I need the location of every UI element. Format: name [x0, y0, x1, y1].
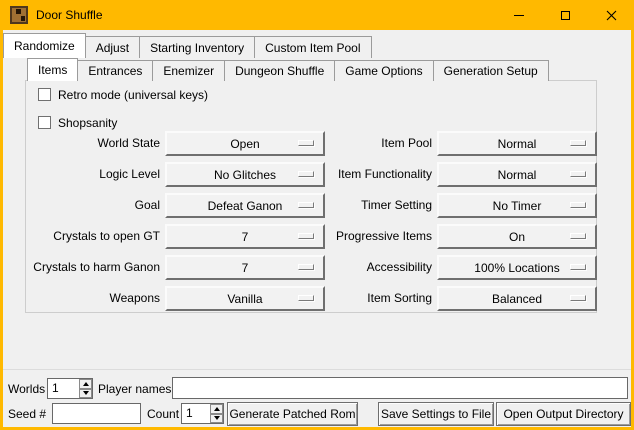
- retro-mode-checkbox-row[interactable]: Retro mode (universal keys): [38, 87, 208, 102]
- dropdown-indicator-icon: [570, 295, 586, 301]
- progressive-items-dropdown[interactable]: On: [437, 224, 597, 249]
- goal-label: Goal: [30, 193, 160, 218]
- arrow-down-icon: [214, 416, 220, 420]
- weapons-label: Weapons: [30, 286, 160, 311]
- arrow-up-icon: [214, 407, 220, 411]
- item-sorting-dropdown[interactable]: Balanced: [437, 286, 597, 311]
- item-pool-dropdown[interactable]: Normal: [437, 131, 597, 156]
- dropdown-indicator-icon: [570, 264, 586, 270]
- progressive-items-label: Progressive Items: [300, 224, 432, 249]
- dropdown-indicator-icon: [570, 140, 586, 146]
- dropdown-indicator-icon: [570, 202, 586, 208]
- tab-enemizer[interactable]: Enemizer: [152, 60, 225, 81]
- timer-setting-label: Timer Setting: [300, 193, 432, 218]
- dropdown-indicator-icon: [570, 171, 586, 177]
- tab-generation-setup[interactable]: Generation Setup: [433, 60, 549, 81]
- arrow-up-icon: [83, 382, 89, 386]
- worlds-label: Worlds: [8, 378, 45, 400]
- checkbox-label: Retro mode (universal keys): [58, 88, 208, 102]
- tab-randomize[interactable]: Randomize: [3, 33, 86, 58]
- seed-label: Seed #: [8, 403, 46, 425]
- door-app-icon: [10, 6, 28, 24]
- accessibility-label: Accessibility: [300, 255, 432, 280]
- save-settings-button[interactable]: Save Settings to File: [378, 402, 494, 426]
- item-functionality-label: Item Functionality: [300, 162, 432, 187]
- tab-game-options[interactable]: Game Options: [334, 60, 433, 81]
- player-names-input[interactable]: [172, 377, 628, 399]
- accessibility-dropdown[interactable]: 100% Locations: [437, 255, 597, 280]
- shopsanity-checkbox-row[interactable]: Shopsanity: [38, 115, 117, 130]
- spin-down-button[interactable]: [210, 414, 223, 424]
- dropdown-indicator-icon: [570, 233, 586, 239]
- minimize-button[interactable]: [496, 0, 542, 30]
- checkbox[interactable]: [38, 116, 51, 129]
- tab-adjust[interactable]: Adjust: [85, 36, 140, 58]
- close-button[interactable]: [588, 0, 634, 30]
- tab-custom-item-pool[interactable]: Custom Item Pool: [254, 36, 371, 58]
- maximize-button[interactable]: [542, 0, 588, 30]
- maximize-icon: [561, 11, 570, 20]
- count-spinner[interactable]: 1: [181, 403, 224, 424]
- generate-patched-rom-button[interactable]: Generate Patched Rom: [227, 402, 358, 426]
- seed-input[interactable]: [52, 403, 141, 424]
- count-label: Count: [147, 403, 179, 425]
- world-state-label: World State: [30, 131, 160, 156]
- crystals-open-gt-label: Crystals to open GT: [30, 224, 160, 249]
- checkbox-label: Shopsanity: [58, 116, 117, 130]
- spin-up-button[interactable]: [210, 404, 223, 414]
- checkbox[interactable]: [38, 88, 51, 101]
- player-names-label: Player names: [98, 378, 171, 400]
- spin-down-button[interactable]: [79, 389, 92, 399]
- door-shuffle-window: Door Shuffle Randomize Adjust Starting I…: [0, 0, 634, 430]
- tab-dungeon-shuffle[interactable]: Dungeon Shuffle: [224, 60, 335, 81]
- tab-entrances[interactable]: Entrances: [77, 60, 153, 81]
- item-functionality-dropdown[interactable]: Normal: [437, 162, 597, 187]
- arrow-down-icon: [83, 391, 89, 395]
- spin-up-button[interactable]: [79, 379, 92, 389]
- minimize-icon: [514, 15, 524, 16]
- title-bar[interactable]: Door Shuffle: [0, 0, 634, 30]
- tab-starting-inventory[interactable]: Starting Inventory: [139, 36, 255, 58]
- item-pool-label: Item Pool: [300, 131, 432, 156]
- worlds-spinner[interactable]: 1: [47, 378, 93, 399]
- window-title: Door Shuffle: [36, 8, 103, 22]
- panel-divider: [3, 369, 631, 370]
- logic-level-label: Logic Level: [30, 162, 160, 187]
- tab-items[interactable]: Items: [27, 58, 78, 81]
- crystals-harm-ganon-label: Crystals to harm Ganon: [30, 255, 160, 280]
- primary-tab-bar: Randomize Adjust Starting Inventory Cust…: [3, 33, 372, 58]
- open-output-directory-button[interactable]: Open Output Directory: [496, 402, 631, 426]
- timer-setting-dropdown[interactable]: No Timer: [437, 193, 597, 218]
- item-sorting-label: Item Sorting: [300, 286, 432, 311]
- close-icon: [606, 10, 617, 21]
- secondary-tab-bar: Items Entrances Enemizer Dungeon Shuffle…: [27, 58, 549, 81]
